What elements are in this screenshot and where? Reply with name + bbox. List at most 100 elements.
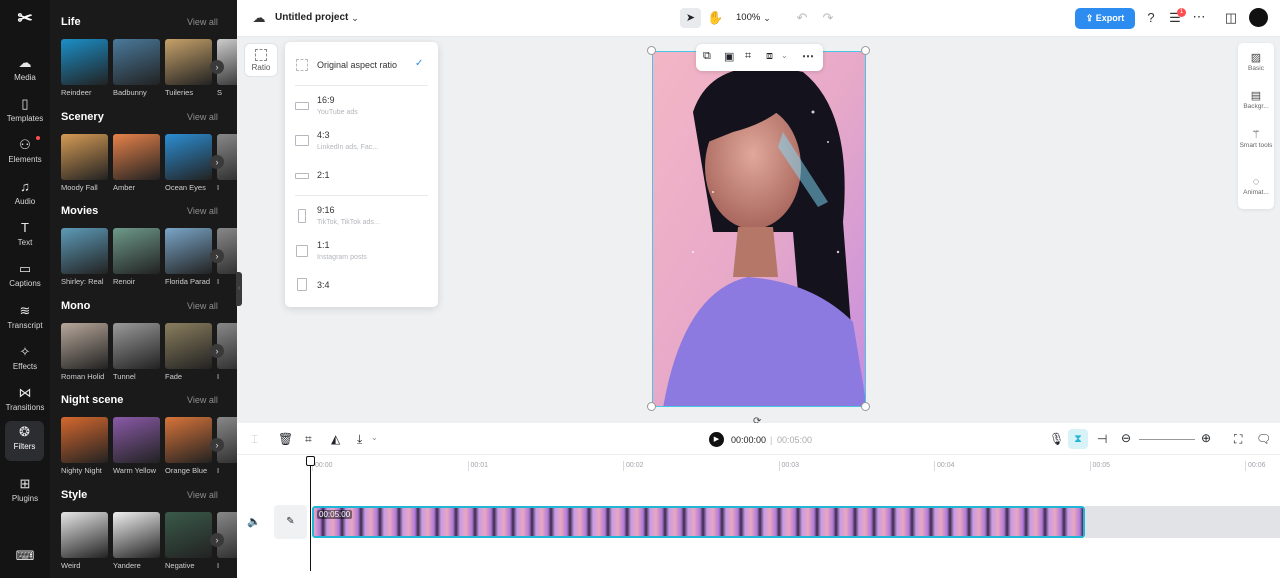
rail-templates[interactable]: ▯ Templates — [0, 93, 50, 133]
prop-background[interactable]: ▤ Backgr... — [1238, 89, 1274, 111]
resize-handle[interactable] — [647, 46, 656, 55]
collapse-panel-button[interactable]: ‹ — [236, 272, 242, 306]
filter-thumbnail[interactable] — [165, 417, 212, 463]
scroll-right-icon[interactable]: › — [210, 60, 224, 74]
chevron-down-icon[interactable]: ⌄ — [371, 433, 378, 442]
playhead[interactable] — [310, 456, 311, 571]
layout-icon[interactable]: ◫ — [1223, 10, 1239, 26]
rail-transcript[interactable]: ≋ Transcript — [0, 300, 50, 340]
filter-thumbnail[interactable] — [113, 228, 160, 274]
keyboard-shortcuts-button[interactable]: ⌨ — [0, 545, 50, 567]
zoom-chevron-icon[interactable]: ⌄ — [761, 10, 773, 26]
export-button[interactable]: ⇪ Export — [1075, 8, 1135, 29]
cloud-save-icon[interactable]: ☁ — [251, 10, 267, 26]
ratio-option-2-1[interactable]: 2:1 — [285, 164, 438, 190]
zoom-slider[interactable] — [1139, 439, 1195, 440]
filter-thumbnail[interactable] — [113, 511, 160, 558]
chevron-down-icon[interactable]: ⌄ — [781, 51, 788, 60]
volume-icon[interactable]: 🔈 — [247, 515, 261, 528]
view-all-link[interactable]: View all — [187, 301, 218, 311]
flip-icon[interactable]: ◭ — [331, 432, 340, 446]
help-icon[interactable]: ? — [1143, 10, 1159, 26]
ai-edit-icon[interactable]: ⧉ — [703, 50, 711, 63]
resize-handle[interactable] — [647, 402, 656, 411]
rail-media[interactable]: ☁ Media — [0, 52, 50, 92]
chevron-down-icon[interactable]: ⌄ — [349, 10, 361, 26]
ratio-option-9-16[interactable]: 9:16 TikTok, TikTok ads... — [285, 202, 438, 232]
view-all-link[interactable]: View all — [187, 112, 218, 122]
avatar[interactable] — [1249, 8, 1268, 27]
rail-plugins[interactable]: ⊞ Plugins — [0, 473, 50, 513]
play-button[interactable]: ▶ — [709, 432, 724, 447]
undo-icon[interactable]: ↶ — [795, 10, 809, 26]
rail-effects[interactable]: ✧ Effects — [0, 341, 50, 381]
filter-thumbnail[interactable] — [113, 322, 160, 369]
rail-filters[interactable]: ❂ Filters — [5, 421, 44, 461]
ratio-option-1-1[interactable]: 1:1 Instagram posts — [285, 237, 438, 267]
ratio-button[interactable]: Ratio — [244, 43, 278, 77]
crop-icon[interactable]: ⌗ — [305, 432, 312, 447]
select-tool-button[interactable]: ➤ — [680, 8, 701, 28]
filter-thumbnail[interactable] — [61, 228, 108, 274]
filter-thumbnail[interactable] — [61, 511, 108, 558]
view-all-link[interactable]: View all — [187, 206, 218, 216]
replace-icon[interactable]: ⧈ — [766, 50, 773, 63]
scroll-right-icon[interactable]: › — [210, 532, 224, 547]
view-all-link[interactable]: View all — [187, 17, 218, 27]
filter-thumbnail[interactable] — [165, 39, 212, 85]
scroll-right-icon[interactable]: › — [210, 438, 224, 452]
ratio-option-4-3[interactable]: 4:3 LinkedIn ads, Fac... — [285, 127, 438, 157]
zoom-out-icon[interactable]: ⊖ — [1121, 431, 1131, 445]
filter-thumbnail[interactable] — [165, 511, 212, 558]
view-all-link[interactable]: View all — [187, 395, 218, 405]
auto-snap-button[interactable]: ⧗ — [1068, 429, 1088, 449]
redo-icon[interactable]: ↷ — [821, 10, 835, 26]
zoom-level[interactable]: 100% — [736, 12, 760, 23]
fit-icon[interactable]: ⛶ — [1234, 432, 1242, 447]
rail-captions[interactable]: ▭ Captions — [0, 258, 50, 298]
filter-thumbnail[interactable] — [113, 39, 160, 85]
comment-icon[interactable]: 🗨 — [1256, 432, 1271, 446]
more-icon[interactable]: ⋯ — [802, 49, 814, 63]
delete-icon[interactable]: 🗑 — [278, 432, 293, 446]
resize-handle[interactable] — [861, 46, 870, 55]
zoom-in-icon[interactable]: ⊕ — [1201, 431, 1211, 445]
project-title[interactable]: Untitled project — [275, 12, 348, 23]
video-clip[interactable]: 00:05:00 — [312, 506, 1085, 538]
scroll-right-icon[interactable]: › — [210, 249, 224, 263]
microphone-icon[interactable]: 🎙 — [1049, 432, 1064, 446]
ratio-option-original[interactable]: Original aspect ratio ✓ — [285, 54, 438, 74]
rail-elements[interactable]: ⚇ Elements — [0, 134, 50, 174]
filter-thumbnail[interactable] — [113, 417, 160, 463]
prop-basic[interactable]: ▨ Basic — [1238, 51, 1274, 73]
frame-icon[interactable]: ▣ — [724, 50, 734, 63]
playhead-handle[interactable] — [306, 456, 315, 466]
prop-smart-tools[interactable]: ⚚ Smart tools — [1238, 128, 1274, 150]
filter-thumbnail[interactable] — [61, 322, 108, 369]
rail-transitions[interactable]: ⋈ Transitions — [0, 382, 50, 422]
filter-thumbnail[interactable] — [61, 133, 108, 180]
canvas-preview-image[interactable] — [652, 51, 866, 407]
rail-text[interactable]: T Text — [0, 217, 50, 257]
scroll-right-icon[interactable]: › — [210, 343, 224, 358]
edit-track-button[interactable]: ✎ — [274, 505, 307, 539]
resize-handle[interactable] — [861, 402, 870, 411]
view-all-link[interactable]: View all — [187, 490, 218, 500]
rail-audio[interactable]: ♫ Audio — [0, 176, 50, 216]
filter-thumbnail[interactable] — [165, 133, 212, 180]
filter-thumbnail[interactable] — [165, 322, 212, 369]
ratio-option-16-9[interactable]: 16:9 YouTube ads — [285, 92, 438, 122]
more-icon[interactable]: ⋯ — [1191, 9, 1207, 25]
split-view-icon[interactable]: ⊣ — [1097, 432, 1107, 446]
split-icon[interactable]: ⌶ — [251, 432, 258, 447]
prop-animation[interactable]: ◌ Animat... — [1238, 175, 1274, 197]
filter-thumbnail[interactable] — [61, 39, 108, 85]
crop-icon[interactable]: ⌗ — [745, 50, 751, 63]
ratio-option-3-4[interactable]: 3:4 — [285, 274, 438, 296]
filter-thumbnail[interactable] — [61, 417, 108, 463]
scroll-right-icon[interactable]: › — [210, 154, 224, 169]
hand-tool-icon[interactable]: ✋ — [707, 10, 723, 26]
download-icon[interactable]: ⤓ — [357, 432, 362, 447]
filter-thumbnail[interactable] — [165, 228, 212, 274]
filter-thumbnail[interactable] — [113, 133, 160, 180]
